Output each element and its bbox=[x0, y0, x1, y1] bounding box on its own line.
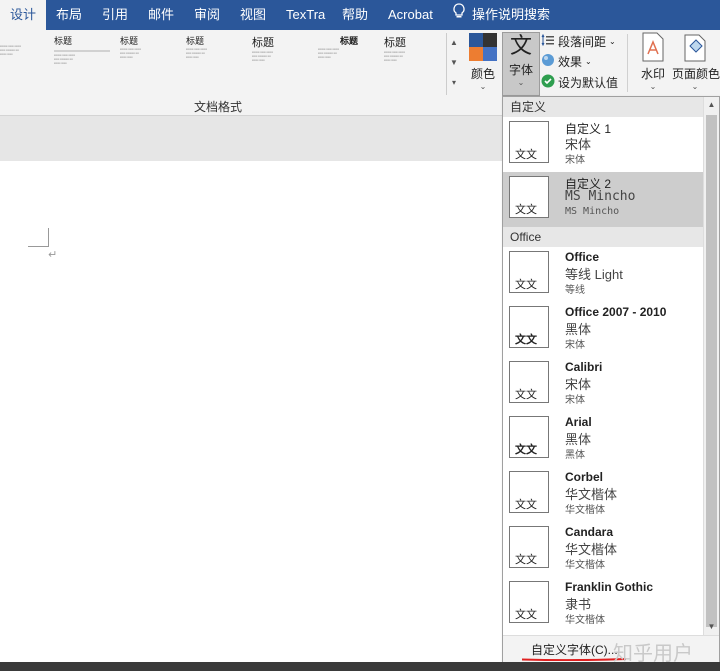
chevron-down-icon: ⌄ bbox=[691, 82, 699, 91]
tab-help[interactable]: 帮助 bbox=[332, 0, 378, 30]
tab-review[interactable]: 审阅 bbox=[184, 0, 230, 30]
red-underline-annotation bbox=[521, 658, 627, 661]
font-preview-box: 文文 bbox=[509, 251, 549, 293]
font-item-office[interactable]: 文文 Office 等线 Light 等线 bbox=[503, 247, 703, 302]
site-watermark: 知乎用户 bbox=[613, 643, 693, 664]
paragraph-spacing-icon bbox=[541, 33, 555, 50]
style-set-thumb[interactable]: 标题 ▪▪▪▪▪▪▪ ▪▪▪▪▪ ▪▪▪▪▪▪ ▪▪▪▪▪ ▪▪▪▪▪▪▪▪ ▪▪… bbox=[252, 34, 314, 92]
checkmark-icon bbox=[541, 74, 555, 91]
tab-textra[interactable]: TexTra bbox=[276, 0, 335, 30]
style-set-thumb[interactable]: 标题 ▪▪▪▪▪▪▪ ▪▪▪▪▪ ▪▪▪▪▪▪ ▪▪▪▪▪ ▪▪▪▪▪▪▪▪ ▪▪… bbox=[120, 34, 182, 92]
scroll-down-icon[interactable]: ▼ bbox=[704, 619, 719, 635]
scroll-up-icon[interactable]: ▲ bbox=[704, 97, 719, 113]
ribbon-divider bbox=[627, 34, 628, 92]
colors-button[interactable]: 颜色 ⌄ bbox=[466, 32, 500, 91]
bottom-edge bbox=[0, 662, 720, 671]
chevron-down-icon: ⌄ bbox=[649, 82, 657, 91]
tab-acrobat[interactable]: Acrobat bbox=[378, 0, 443, 30]
effects-icon bbox=[541, 53, 555, 70]
tell-me-search[interactable]: 操作说明搜索 bbox=[452, 0, 550, 30]
font-item-custom-1[interactable]: 文文 自定义 1 宋体 宋体 bbox=[503, 117, 703, 172]
scrollbar-thumb[interactable] bbox=[706, 115, 717, 627]
fonts-dropdown: 自定义 文文 自定义 1 宋体 宋体 文文 自定义 2 MS Mincho MS… bbox=[502, 96, 720, 664]
style-set-thumb[interactable]: 标题 ▪▪▪▪▪▪▪ ▪▪▪▪▪ ▪▪▪▪▪▪ ▪▪▪▪▪ ▪▪▪▪▪▪▪▪ ▪▪… bbox=[54, 34, 116, 92]
section-header-office: Office bbox=[503, 227, 703, 247]
style-set-thumb[interactable]: 标题 ▪▪▪▪▪▪▪ ▪▪▪▪▪ ▪▪▪▪▪▪ ▪▪▪▪▪ ▪▪▪▪▪▪▪▪ ▪▪… bbox=[384, 34, 446, 92]
gallery-scroll[interactable]: ▲ ▼ ▾ bbox=[446, 33, 461, 95]
tab-layout[interactable]: 布局 bbox=[46, 0, 92, 30]
chevron-down-icon: ⌄ bbox=[609, 37, 616, 46]
font-preview-box: 文文 bbox=[509, 176, 549, 218]
watermark-icon bbox=[642, 32, 664, 62]
font-preview-box: 文文 bbox=[509, 526, 549, 568]
tab-references[interactable]: 引用 bbox=[92, 0, 138, 30]
chevron-down-icon: ⌄ bbox=[585, 57, 592, 66]
section-header-custom: 自定义 bbox=[503, 97, 703, 117]
font-preview-box: 文文 bbox=[509, 121, 549, 163]
tab-view[interactable]: 视图 bbox=[230, 0, 276, 30]
font-preview-box: 文文 bbox=[509, 361, 549, 403]
document-formatting-group-label: 文档格式 bbox=[194, 100, 243, 114]
font-item-franklin-gothic[interactable]: 文文 Franklin Gothic 隶书 华文楷体 bbox=[503, 577, 703, 632]
customize-fonts-button[interactable]: 自定义字体(C)... bbox=[531, 641, 618, 658]
tab-mailings[interactable]: 邮件 bbox=[138, 0, 184, 30]
fonts-list: 自定义 文文 自定义 1 宋体 宋体 文文 自定义 2 MS Mincho MS… bbox=[503, 97, 703, 635]
tell-me-label: 操作说明搜索 bbox=[472, 7, 551, 22]
page-margin-corner-mark bbox=[28, 228, 49, 247]
watermark-button[interactable]: 水印 ⌄ bbox=[636, 32, 670, 91]
ribbon-body: ▪▪▪▪▪▪▪ ▪▪▪▪▪ ▪▪▪▪▪▪ ▪▪▪▪▪ ▪▪▪▪▪▪▪▪ ▪▪▪ ▪▪… bbox=[0, 30, 720, 98]
fonts-button[interactable]: 文 字体 ⌄ bbox=[502, 32, 540, 96]
chevron-down-icon: ⌄ bbox=[517, 78, 525, 87]
lightbulb-icon bbox=[452, 0, 466, 30]
font-item-calibri[interactable]: 文文 Calibri 宋体 宋体 bbox=[503, 357, 703, 412]
chevron-down-icon: ⌄ bbox=[479, 82, 487, 91]
font-item-corbel[interactable]: 文文 Corbel 华文楷体 华文楷体 bbox=[503, 467, 703, 522]
font-item-office-2007[interactable]: 文文 Office 2007 - 2010 黑体 宋体 bbox=[503, 302, 703, 357]
style-set-thumb[interactable]: 标题 ▪▪▪▪▪▪▪ ▪▪▪▪▪ ▪▪▪▪▪▪ ▪▪▪▪▪ ▪▪▪▪▪▪▪▪ ▪▪… bbox=[318, 34, 380, 92]
fonts-dropdown-footer: 自定义字体(C)... 知乎用户 bbox=[503, 635, 719, 664]
page-color-button[interactable]: 页面颜色 ⌄ bbox=[672, 32, 720, 91]
style-set-thumb[interactable]: 标题 ▪▪▪▪▪▪▪ ▪▪▪▪▪ ▪▪▪▪▪▪ ▪▪▪▪▪ ▪▪▪▪▪▪▪▪ ▪▪… bbox=[186, 34, 248, 92]
chevron-up-icon[interactable]: ▲ bbox=[447, 33, 461, 53]
tab-design[interactable]: 设计 bbox=[0, 0, 47, 30]
ribbon-tab-bar: 设计 布局 引用 邮件 审阅 视图 TexTra 帮助 Acrobat 操作说明… bbox=[0, 0, 720, 30]
font-preview-box: 文文 bbox=[509, 471, 549, 513]
style-set-thumb[interactable]: ▪▪▪▪▪▪▪ ▪▪▪▪▪ ▪▪▪▪▪▪ ▪▪▪▪▪ ▪▪▪▪▪▪▪▪ ▪▪▪ ▪▪… bbox=[0, 34, 62, 92]
more-icon[interactable]: ▾ bbox=[447, 73, 461, 93]
font-preview-box: 文文 bbox=[509, 416, 549, 458]
font-preview-box: 文文 bbox=[509, 581, 549, 623]
fonts-list-scrollbar[interactable]: ▲ ▼ bbox=[703, 97, 719, 635]
paragraph-mark: ↵ bbox=[48, 249, 58, 261]
page-color-icon bbox=[684, 34, 706, 62]
style-set-gallery: ▪▪▪▪▪▪▪ ▪▪▪▪▪ ▪▪▪▪▪▪ ▪▪▪▪▪ ▪▪▪▪▪▪▪▪ ▪▪▪ ▪▪… bbox=[0, 30, 462, 97]
font-item-custom-2[interactable]: 文文 自定义 2 MS Mincho MS Mincho bbox=[503, 172, 703, 227]
font-item-candara[interactable]: 文文 Candara 华文楷体 华文楷体 bbox=[503, 522, 703, 577]
effects-button[interactable]: 效果 ⌄ bbox=[541, 53, 592, 70]
fonts-icon: 文 bbox=[509, 34, 532, 59]
font-preview-box: 文文 bbox=[509, 306, 549, 348]
document-background bbox=[0, 116, 502, 161]
color-palette-icon bbox=[469, 33, 497, 61]
chevron-down-icon[interactable]: ▼ bbox=[447, 53, 461, 73]
font-item-arial[interactable]: 文文 Arial 黑体 黑体 bbox=[503, 412, 703, 467]
set-default-button[interactable]: 设为默认值 bbox=[541, 74, 618, 91]
document-page[interactable] bbox=[0, 161, 502, 671]
paragraph-spacing-button[interactable]: 段落间距 ⌄ bbox=[541, 33, 616, 50]
